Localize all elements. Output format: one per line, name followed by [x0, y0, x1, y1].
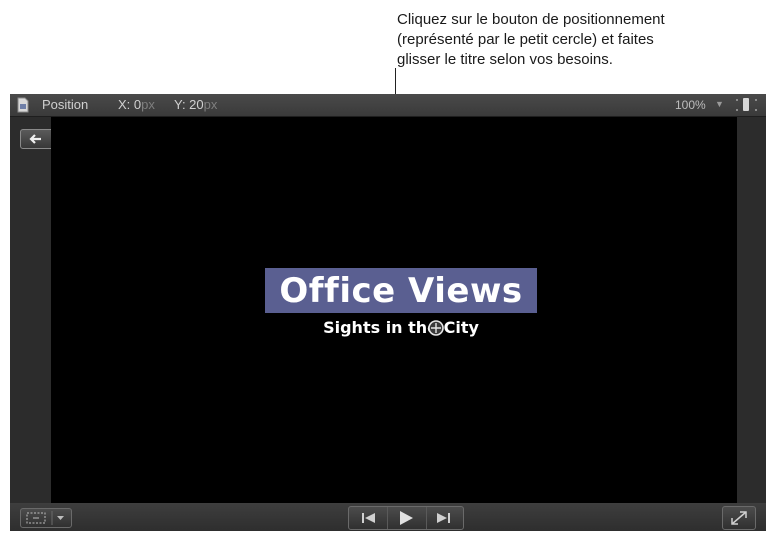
- play-icon: [400, 511, 413, 525]
- y-value: Y: 20: [174, 97, 204, 112]
- callout-annotation: Cliquez sur le bouton de positionnement …: [397, 10, 757, 70]
- view-layout-icon[interactable]: [734, 97, 760, 113]
- fullscreen-button[interactable]: [722, 506, 756, 530]
- callout-line-1: Cliquez sur le bouton de positionnement: [397, 11, 665, 28]
- play-button[interactable]: [387, 507, 427, 529]
- position-mode-label: Position: [42, 97, 89, 112]
- viewer-top-bar: Position X: 0px Y: 20px 100% ▼: [10, 94, 766, 117]
- skip-forward-icon: [437, 513, 450, 523]
- fullscreen-icon: [731, 511, 747, 525]
- chevron-down-icon[interactable]: ▼: [715, 99, 724, 109]
- canvas[interactable]: Office Views Sights in the City: [51, 117, 737, 503]
- callout-line-3: glisser le titre selon vos besoins.: [397, 51, 613, 68]
- subtitle-text[interactable]: Sights in the City: [265, 318, 537, 337]
- skip-back-icon: [362, 513, 375, 523]
- arrow-left-icon: [29, 134, 41, 144]
- zoom-level[interactable]: 100%: [675, 98, 706, 112]
- next-button[interactable]: [426, 507, 463, 529]
- viewer-panel: Position X: 0px Y: 20px 100% ▼ Office Vi…: [10, 94, 766, 531]
- x-unit: px: [141, 97, 155, 112]
- title-text[interactable]: Office Views: [265, 268, 537, 313]
- callout-line-2: (représenté par le petit cercle) et fait…: [397, 31, 654, 48]
- prev-button[interactable]: [349, 507, 387, 529]
- y-coordinate: Y: 20px: [174, 97, 217, 112]
- transform-control[interactable]: [20, 508, 72, 528]
- x-value: X: 0: [118, 97, 142, 112]
- transform-icon: [26, 511, 64, 525]
- playback-controls: [348, 506, 464, 530]
- document-icon: [17, 97, 29, 113]
- x-coordinate: X: 0px: [118, 97, 155, 112]
- viewer-bottom-bar: [10, 503, 766, 531]
- y-unit: px: [203, 97, 218, 112]
- position-handle-icon[interactable]: [426, 318, 446, 338]
- back-button[interactable]: [21, 130, 52, 148]
